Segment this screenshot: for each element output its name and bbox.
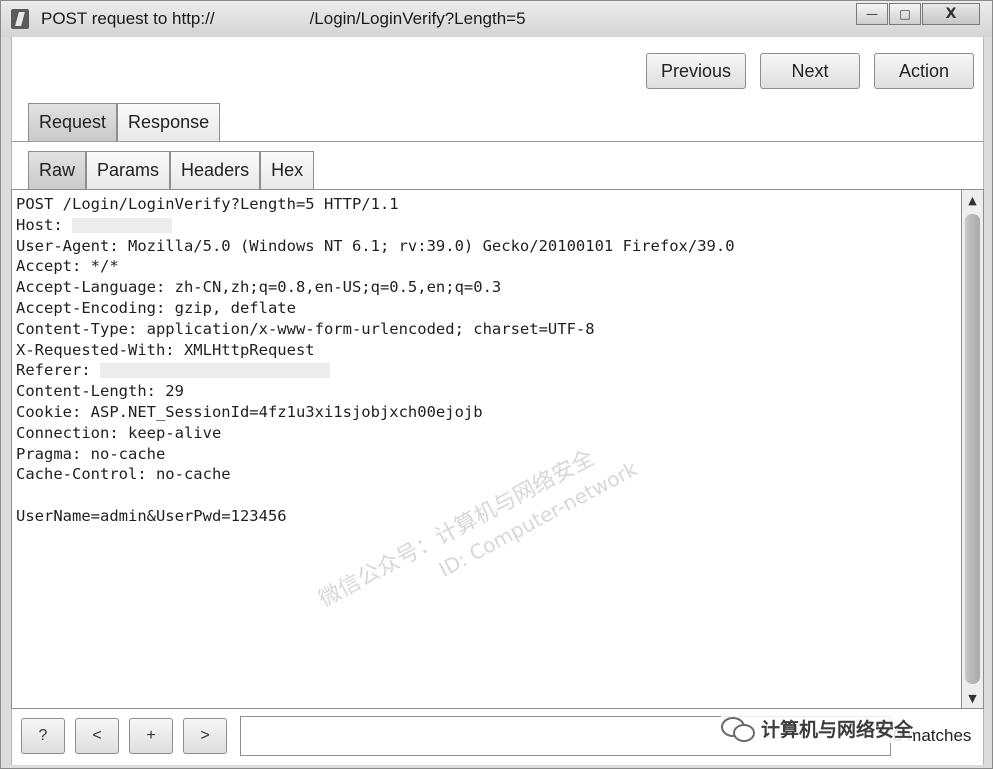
- close-icon: X: [945, 6, 957, 22]
- header-accept-language: Accept-Language: zh-CN,zh;q=0.8,en-US;q=…: [16, 278, 502, 297]
- tab-raw[interactable]: Raw: [28, 151, 87, 189]
- previous-match-button[interactable]: <: [75, 718, 119, 754]
- header-accept: Accept: */*: [16, 257, 119, 276]
- header-connection: Connection: keep-alive: [16, 423, 222, 442]
- window-title-path: /Login/LoginVerify?Length=5: [309, 9, 526, 28]
- redacted-host: [72, 217, 172, 233]
- action-button[interactable]: Action: [874, 53, 974, 89]
- title-bar[interactable]: POST request to http:// /Login/LoginVerif…: [1, 1, 992, 37]
- header-content-length: Content-Length: 29: [16, 382, 184, 401]
- header-host: Host:: [16, 215, 72, 234]
- view-tabs-panel: Raw Params Headers Hex: [11, 141, 984, 189]
- header-x-requested-with: X-Requested-With: XMLHttpRequest: [16, 340, 315, 359]
- tab-params[interactable]: Params: [86, 151, 171, 189]
- toolbar: Previous Next Action Request Response: [11, 37, 984, 141]
- watermark-badge: 计算机与网络安全: [721, 713, 914, 743]
- scroll-thumb[interactable]: [965, 214, 980, 684]
- wechat-icon: [721, 715, 755, 742]
- next-match-button[interactable]: >: [183, 718, 227, 754]
- request-line: POST /Login/LoginVerify?Length=5 HTTP/1.…: [16, 195, 399, 213]
- main-tabs: Request Response: [28, 103, 221, 141]
- maximize-button[interactable]: □: [889, 3, 921, 25]
- minimize-icon: —: [866, 7, 878, 21]
- previous-button[interactable]: Previous: [646, 53, 746, 89]
- header-accept-encoding: Accept-Encoding: gzip, deflate: [16, 298, 296, 317]
- tab-request[interactable]: Request: [28, 103, 118, 141]
- request-body: UserName=admin&UserPwd=123456: [16, 506, 287, 525]
- minimize-button[interactable]: —: [856, 3, 888, 25]
- help-button[interactable]: ?: [21, 718, 65, 754]
- next-button[interactable]: Next: [760, 53, 860, 89]
- proxy-request-window: POST request to http:// /Login/LoginVerif…: [0, 0, 993, 769]
- window-title-prefix: POST request to http://: [41, 9, 215, 28]
- tab-response[interactable]: Response: [117, 103, 221, 141]
- maximize-icon: □: [899, 7, 911, 21]
- vertical-scrollbar[interactable]: ▲ ▼: [962, 189, 984, 709]
- watermark-badge-text: 计算机与网络安全: [761, 718, 914, 741]
- window-title: POST request to http:// /Login/LoginVerif…: [41, 9, 526, 29]
- scroll-down-arrow-icon[interactable]: ▼: [962, 688, 983, 708]
- window-controls: — □ X: [856, 3, 980, 29]
- view-tabs: Raw Params Headers Hex: [28, 151, 315, 189]
- raw-request-editor[interactable]: POST /Login/LoginVerify?Length=5 HTTP/1.…: [11, 189, 962, 709]
- header-referer: Referer:: [16, 361, 100, 380]
- scroll-up-arrow-icon[interactable]: ▲: [962, 190, 983, 210]
- header-cache-control: Cache-Control: no-cache: [16, 465, 231, 484]
- header-cookie: Cookie: ASP.NET_SessionId=4fz1u3xi1sjobj…: [16, 402, 483, 421]
- close-button[interactable]: X: [922, 3, 980, 25]
- header-content-type: Content-Type: application/x-www-form-url…: [16, 319, 595, 338]
- tab-headers[interactable]: Headers: [170, 151, 261, 189]
- header-user-agent: User-Agent: Mozilla/5.0 (Windows NT 6.1;…: [16, 236, 735, 255]
- tab-hex[interactable]: Hex: [260, 151, 315, 189]
- redacted-referer: [100, 363, 330, 379]
- add-button[interactable]: +: [129, 718, 173, 754]
- header-pragma: Pragma: no-cache: [16, 444, 166, 463]
- app-icon: [11, 9, 29, 29]
